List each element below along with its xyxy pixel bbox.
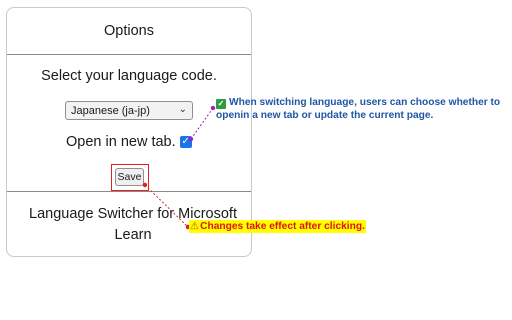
new-tab-arrow <box>188 105 216 142</box>
warning-icon: ⚠ <box>190 221 200 232</box>
new-tab-annotation: ✓ When switching language, users can choo… <box>216 97 512 122</box>
annotation-arrows <box>142 105 216 230</box>
check-mark-icon: ✓ <box>216 99 226 109</box>
save-annotation: ⚠Changes take effect after clicking. <box>189 220 366 233</box>
save-arrow <box>142 182 191 230</box>
new-tab-annotation-text: When switching language, users can choos… <box>216 97 501 121</box>
save-annotation-text: Changes take effect after clicking. <box>200 221 365 232</box>
